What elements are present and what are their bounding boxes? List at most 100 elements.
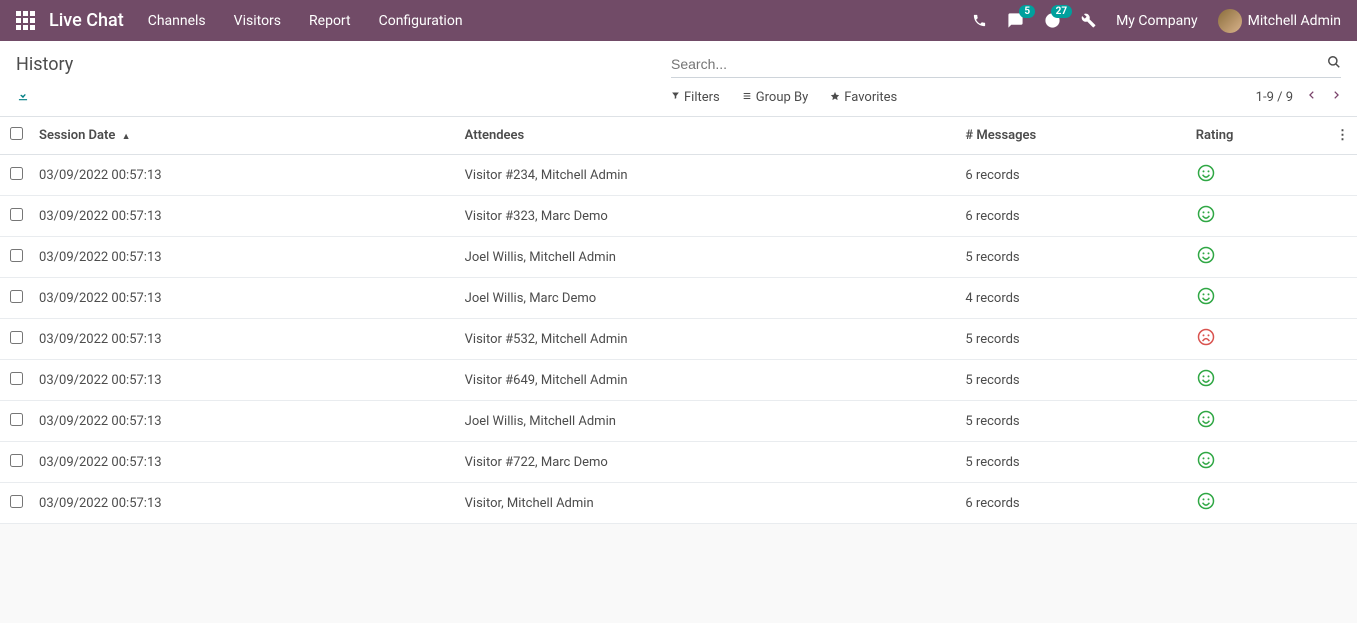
header-rating[interactable]: Rating [1188, 117, 1328, 155]
cell-rating [1188, 319, 1328, 360]
cell-messages: 5 records [957, 360, 1187, 401]
star-icon [830, 91, 840, 104]
cell-attendees: Visitor #722, Marc Demo [457, 442, 958, 483]
table-row[interactable]: 03/09/2022 00:57:13Visitor #323, Marc De… [0, 196, 1357, 237]
cell-rating [1188, 483, 1328, 524]
cell-rating [1188, 360, 1328, 401]
rating-happy-icon [1196, 286, 1216, 306]
favorites-button[interactable]: Favorites [830, 89, 897, 105]
rating-happy-icon [1196, 491, 1216, 511]
menu-configuration[interactable]: Configuration [379, 13, 463, 29]
table-row[interactable]: 03/09/2022 00:57:13Visitor #722, Marc De… [0, 442, 1357, 483]
list-icon [742, 91, 752, 104]
control-panel: History Filters Group By [0, 41, 1357, 116]
select-all-checkbox[interactable] [10, 127, 23, 140]
table-row[interactable]: 03/09/2022 00:57:13Joel Willis, Marc Dem… [0, 278, 1357, 319]
cell-rating [1188, 278, 1328, 319]
cell-date: 03/09/2022 00:57:13 [31, 196, 457, 237]
rating-happy-icon [1196, 368, 1216, 388]
search-input[interactable] [671, 56, 1327, 72]
cell-messages: 6 records [957, 155, 1187, 196]
debug-icon[interactable] [1081, 13, 1096, 28]
table-row[interactable]: 03/09/2022 00:57:13Visitor, Mitchell Adm… [0, 483, 1357, 524]
rating-happy-icon [1196, 409, 1216, 429]
header-attendees[interactable]: Attendees [457, 117, 958, 155]
topbar-right: 5 27 My Company Mitchell Admin [972, 9, 1341, 33]
cell-date: 03/09/2022 00:57:13 [31, 319, 457, 360]
row-checkbox[interactable] [10, 495, 23, 508]
row-checkbox[interactable] [10, 413, 23, 426]
search-icon[interactable] [1327, 55, 1341, 73]
filters-button[interactable]: Filters [671, 89, 720, 105]
table-row[interactable]: 03/09/2022 00:57:13Visitor #532, Mitchel… [0, 319, 1357, 360]
app-name[interactable]: Live Chat [49, 10, 124, 31]
row-checkbox[interactable] [10, 249, 23, 262]
rating-sad-icon [1196, 327, 1216, 347]
table-row[interactable]: 03/09/2022 00:57:13Visitor #234, Mitchel… [0, 155, 1357, 196]
menu-channels[interactable]: Channels [148, 13, 206, 29]
cell-date: 03/09/2022 00:57:13 [31, 237, 457, 278]
row-checkbox[interactable] [10, 167, 23, 180]
pager-prev[interactable] [1307, 89, 1317, 105]
cell-attendees: Visitor #323, Marc Demo [457, 196, 958, 237]
phone-icon[interactable] [972, 13, 987, 28]
pager-text[interactable]: 1-9 / 9 [1256, 90, 1293, 105]
menu-report[interactable]: Report [309, 13, 351, 29]
cell-date: 03/09/2022 00:57:13 [31, 401, 457, 442]
rating-happy-icon [1196, 204, 1216, 224]
cell-rating [1188, 155, 1328, 196]
apps-icon[interactable] [16, 11, 35, 30]
search-input-wrap[interactable] [671, 51, 1341, 78]
cell-messages: 5 records [957, 442, 1187, 483]
rating-happy-icon [1196, 450, 1216, 470]
row-checkbox[interactable] [10, 208, 23, 221]
activity-icon[interactable]: 27 [1044, 12, 1061, 29]
row-checkbox[interactable] [10, 454, 23, 467]
cell-rating [1188, 401, 1328, 442]
user-menu[interactable]: Mitchell Admin [1218, 9, 1341, 33]
optional-columns-button[interactable]: ⋮ [1328, 117, 1357, 155]
user-name: Mitchell Admin [1248, 13, 1341, 29]
cell-attendees: Visitor #649, Mitchell Admin [457, 360, 958, 401]
cell-date: 03/09/2022 00:57:13 [31, 483, 457, 524]
row-checkbox[interactable] [10, 290, 23, 303]
activity-badge: 27 [1051, 5, 1072, 18]
cell-date: 03/09/2022 00:57:13 [31, 442, 457, 483]
page-title: History [16, 54, 73, 75]
funnel-icon [671, 91, 680, 103]
cell-messages: 6 records [957, 483, 1187, 524]
export-button[interactable] [16, 88, 30, 106]
row-checkbox[interactable] [10, 372, 23, 385]
company-selector[interactable]: My Company [1116, 13, 1198, 29]
search-options: Filters Group By Favorites 1-9 / 9 [671, 89, 1341, 105]
groupby-button[interactable]: Group By [742, 89, 809, 105]
table-row[interactable]: 03/09/2022 00:57:13Joel Willis, Mitchell… [0, 401, 1357, 442]
cell-attendees: Joel Willis, Mitchell Admin [457, 401, 958, 442]
cell-attendees: Joel Willis, Marc Demo [457, 278, 958, 319]
chat-icon[interactable]: 5 [1007, 12, 1024, 29]
cell-attendees: Visitor #532, Mitchell Admin [457, 319, 958, 360]
cell-messages: 5 records [957, 237, 1187, 278]
cell-messages: 5 records [957, 401, 1187, 442]
cell-rating [1188, 237, 1328, 278]
row-checkbox[interactable] [10, 331, 23, 344]
pager: 1-9 / 9 [1256, 89, 1341, 105]
header-messages[interactable]: # Messages [957, 117, 1187, 155]
table-row[interactable]: 03/09/2022 00:57:13Visitor #649, Mitchel… [0, 360, 1357, 401]
pager-next[interactable] [1331, 89, 1341, 105]
cell-attendees: Visitor #234, Mitchell Admin [457, 155, 958, 196]
rating-happy-icon [1196, 245, 1216, 265]
cell-date: 03/09/2022 00:57:13 [31, 155, 457, 196]
cell-attendees: Joel Willis, Mitchell Admin [457, 237, 958, 278]
chat-badge: 5 [1019, 5, 1035, 18]
history-table: Session Date ▲ Attendees # Messages Rati… [0, 116, 1357, 524]
table-row[interactable]: 03/09/2022 00:57:13Joel Willis, Mitchell… [0, 237, 1357, 278]
sort-asc-icon: ▲ [122, 132, 131, 142]
cell-date: 03/09/2022 00:57:13 [31, 278, 457, 319]
cell-messages: 6 records [957, 196, 1187, 237]
cell-date: 03/09/2022 00:57:13 [31, 360, 457, 401]
cell-messages: 4 records [957, 278, 1187, 319]
rating-happy-icon [1196, 163, 1216, 183]
header-session-date[interactable]: Session Date ▲ [31, 117, 457, 155]
menu-visitors[interactable]: Visitors [234, 13, 281, 29]
